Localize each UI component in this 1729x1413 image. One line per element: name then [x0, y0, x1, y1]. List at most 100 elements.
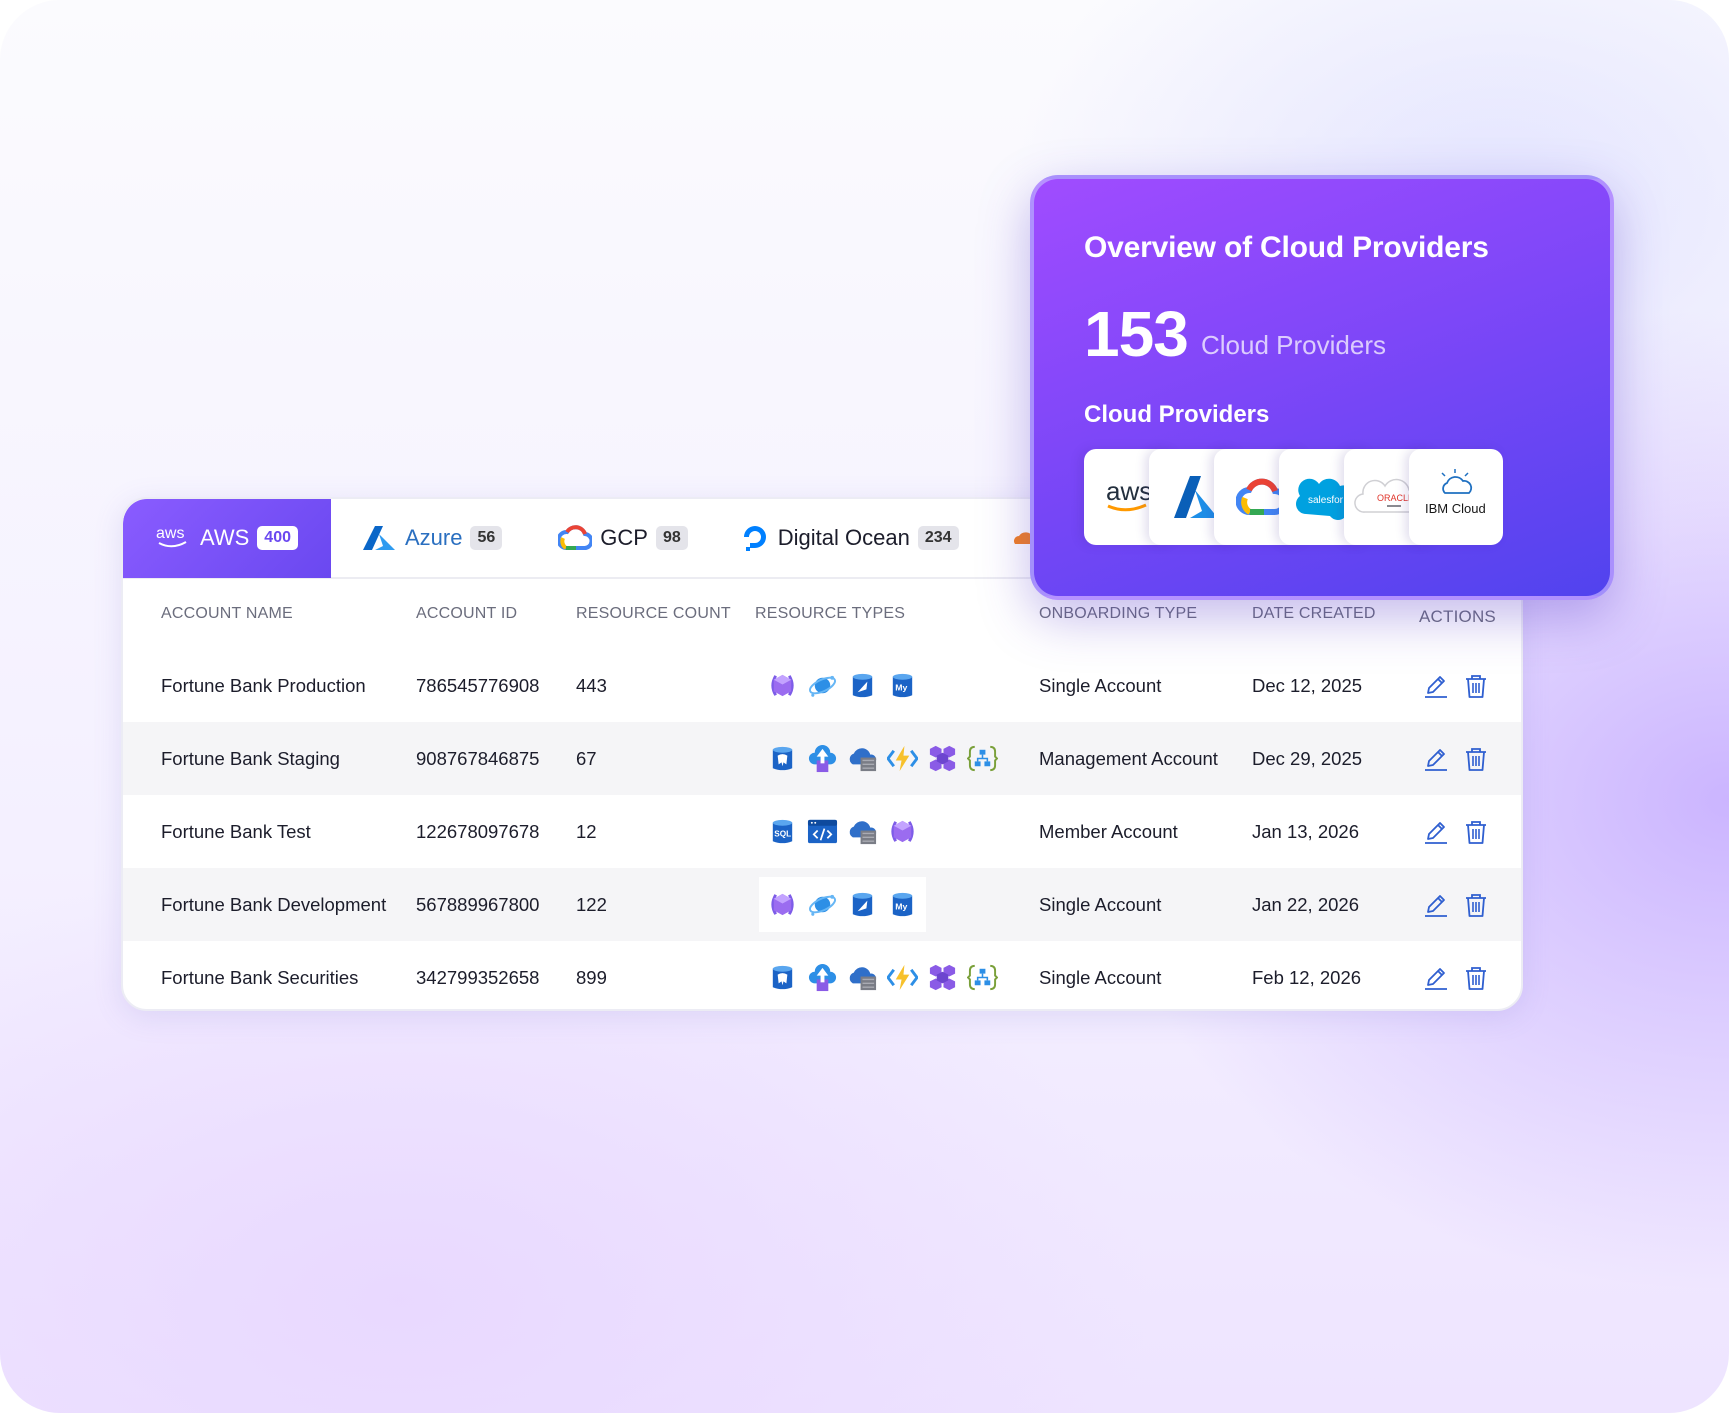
- tab-label: GCP: [600, 525, 648, 550]
- aws-logo-icon: aws: [156, 525, 187, 548]
- edit-icon[interactable]: [1423, 673, 1449, 699]
- delete-icon[interactable]: [1463, 819, 1489, 845]
- tab-aws[interactable]: aws AWS 400: [123, 499, 331, 578]
- tab-azure[interactable]: Azure 56: [361, 499, 503, 578]
- mysql-icon: My: [887, 889, 918, 920]
- tab-count-badge: 400: [257, 526, 298, 550]
- ibm-cloud-logo-icon: IBM Cloud: [1425, 469, 1486, 516]
- cell-onboarding-type: Single Account: [1039, 966, 1162, 988]
- tab-label: AWS: [200, 525, 250, 550]
- delete-icon[interactable]: [1463, 673, 1489, 699]
- storage-icon: [847, 889, 878, 920]
- network-icon: [966, 743, 999, 774]
- column-header: ONBOARDING TYPE: [1039, 605, 1198, 622]
- edit-icon[interactable]: [1423, 819, 1449, 845]
- app-service-icon: [807, 816, 838, 847]
- cell-resource-count: 67: [576, 747, 597, 769]
- cell-onboarding-type: Member Account: [1039, 820, 1178, 842]
- svg-text:aws: aws: [156, 525, 184, 542]
- cell-resource-count: 122: [576, 893, 607, 915]
- row-actions: [1423, 722, 1489, 795]
- resource-types: My: [759, 877, 926, 932]
- ibm-cloud-logo-text: IBM Cloud: [1425, 501, 1486, 516]
- edit-icon[interactable]: [1423, 965, 1449, 991]
- kubernetes-icon: [927, 962, 958, 993]
- cell-account-name: Fortune Bank Securities: [161, 966, 359, 988]
- api-management-icon: [767, 889, 798, 920]
- cell-account-name: Fortune Bank Development: [161, 893, 387, 915]
- table-row: Fortune Bank Development 567889967800 122 M…: [123, 868, 1521, 941]
- cell-date-created: Jan 22, 2026: [1252, 893, 1359, 915]
- cosmos-db-icon: [807, 670, 838, 701]
- cell-account-name: Fortune Bank Staging: [161, 747, 340, 769]
- row-actions: [1423, 795, 1489, 868]
- cloud-upload-icon: [807, 743, 838, 774]
- resource-types: My: [767, 649, 918, 722]
- edit-icon[interactable]: [1423, 892, 1449, 918]
- cell-date-created: Feb 12, 2026: [1252, 966, 1362, 988]
- api-management-icon: [767, 670, 798, 701]
- cell-resource-count: 443: [576, 674, 607, 696]
- edit-icon[interactable]: [1423, 746, 1449, 772]
- mysql-icon: My: [887, 670, 918, 701]
- table-row: Fortune Bank Staging 908767846875 67 Manage…: [123, 722, 1521, 795]
- storage-icon: [847, 670, 878, 701]
- cell-date-created: Jan 13, 2026: [1252, 820, 1359, 842]
- delete-icon[interactable]: [1463, 892, 1489, 918]
- resource-types: [767, 722, 999, 795]
- tab-digital-ocean[interactable]: Digital Ocean 234: [740, 499, 959, 578]
- tab-count-badge: 98: [655, 526, 688, 550]
- cell-account-name: Fortune Bank Production: [161, 674, 366, 696]
- delete-icon[interactable]: [1463, 965, 1489, 991]
- cell-date-created: Dec 29, 2025: [1252, 747, 1363, 769]
- tab-label: Azure: [405, 525, 463, 550]
- resource-types: SQL: [767, 795, 918, 868]
- column-header: ACTIONS: [1419, 607, 1496, 626]
- cell-account-id: 908767846875: [416, 747, 540, 769]
- row-actions: [1423, 941, 1489, 1009]
- svg-text:My: My: [895, 901, 907, 911]
- cell-onboarding-type: Single Account: [1039, 893, 1162, 915]
- svg-text:SQL: SQL: [774, 829, 791, 838]
- postgresql-icon: [767, 962, 798, 993]
- table-row: Fortune Bank Test 122678097678 12 SQL Member…: [123, 795, 1521, 868]
- tab-count-badge: 56: [470, 526, 503, 550]
- salesforce-logo-text: salesfor: [1308, 495, 1344, 506]
- cell-account-id: 122678097678: [416, 820, 540, 842]
- cell-account-id: 342799352658: [416, 966, 540, 988]
- provider-count-label: Cloud Providers: [1201, 330, 1386, 360]
- background: aws AWS 400 Azure 56 GCP 98 Digital Ocea…: [0, 0, 1729, 1413]
- cell-account-id: 786545776908: [416, 674, 540, 696]
- aws-logo-text: aws: [1106, 476, 1152, 506]
- table-row: Fortune Bank Securities 342799352658 899 Si…: [123, 941, 1521, 1009]
- resource-types: [767, 941, 999, 1009]
- azure-logo-icon: [363, 526, 395, 550]
- overview-title: Overview of Cloud Providers: [1084, 231, 1489, 264]
- delete-icon[interactable]: [1463, 746, 1489, 772]
- tab-count-badge: 234: [917, 526, 959, 550]
- svg-text:My: My: [895, 682, 907, 692]
- column-header: ACCOUNT ID: [416, 605, 518, 622]
- tab-gcp[interactable]: GCP 98: [558, 499, 688, 578]
- ibm-cloud-logo: IBM Cloud: [1409, 449, 1503, 545]
- cell-onboarding-type: Single Account: [1039, 674, 1162, 696]
- function-icon: [886, 743, 919, 774]
- cloud-providers-overview-card: Overview of Cloud Providers 153 Cloud Pr…: [1030, 175, 1614, 600]
- gcp-logo-icon: [558, 525, 593, 550]
- api-management-icon: [887, 816, 918, 847]
- sql-icon: SQL: [767, 816, 798, 847]
- cell-date-created: Dec 12, 2025: [1252, 674, 1363, 696]
- cell-account-id: 567889967800: [416, 893, 540, 915]
- network-icon: [966, 962, 999, 993]
- tab-label: Digital Ocean: [777, 525, 910, 550]
- cosmos-db-icon: [807, 889, 838, 920]
- row-actions: [1423, 868, 1489, 941]
- azure-logo-icon: [1174, 476, 1218, 518]
- row-actions: [1423, 649, 1489, 722]
- function-icon: [886, 962, 919, 993]
- cloud-upload-icon: [807, 962, 838, 993]
- cell-resource-count: 899: [576, 966, 607, 988]
- postgresql-icon: [767, 743, 798, 774]
- provider-count: 153: [1084, 298, 1189, 370]
- provider-logo-strip: aws salesfor ORACLE IBM Cloud: [1084, 449, 1504, 545]
